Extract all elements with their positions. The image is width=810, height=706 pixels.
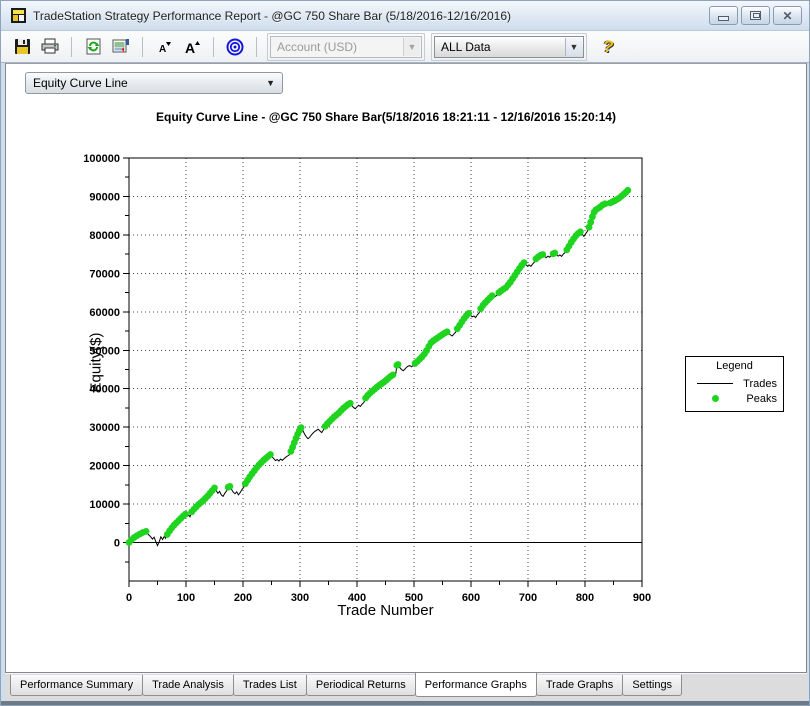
toolbar-separator — [71, 37, 72, 57]
help-icon[interactable]: ? — [603, 37, 613, 57]
refresh-button[interactable] — [82, 36, 104, 58]
tab-settings[interactable]: Settings — [622, 675, 682, 696]
svg-text:30000: 30000 — [89, 422, 120, 434]
svg-text:100000: 100000 — [83, 153, 120, 165]
tab-label: Trade Graphs — [546, 679, 613, 691]
legend-items: Trades Peaks — [686, 376, 783, 406]
restore-icon — [750, 11, 761, 20]
bullseye-button[interactable] — [224, 36, 246, 58]
minimize-button[interactable] — [709, 6, 738, 25]
dot-sample-icon — [694, 395, 736, 402]
tab-label: Trades List — [243, 679, 297, 691]
legend-item-label: Trades — [736, 378, 777, 390]
save-button[interactable] — [11, 36, 33, 58]
legend-item-trades: Trades — [686, 376, 783, 391]
tab-trades-list[interactable]: Trades List — [233, 675, 307, 696]
app-icon — [10, 7, 27, 24]
toolbar-separator — [142, 37, 143, 57]
print-button[interactable] — [39, 36, 61, 58]
legend-item-label: Peaks — [736, 393, 777, 405]
font-increase-icon: A — [182, 38, 202, 56]
font-decrease-icon: A — [155, 38, 173, 55]
chevron-down-icon: ▼ — [403, 38, 420, 56]
data-range-combo-value: ALL Data — [441, 40, 491, 54]
svg-text:0: 0 — [114, 538, 120, 550]
tab-performance-summary[interactable]: Performance Summary — [10, 675, 143, 696]
close-button[interactable]: ✕ — [773, 6, 802, 25]
svg-text:10000: 10000 — [89, 499, 120, 511]
tab-trade-analysis[interactable]: Trade Analysis — [142, 675, 234, 696]
report-content: Equity Curve Line ▼ Equity Curve Line - … — [5, 63, 807, 673]
equity-chart: 0100200300400500600700800900010000200003… — [6, 64, 706, 634]
toolbar-separator — [213, 37, 214, 57]
tab-strip: Performance Summary Trade Analysis Trades … — [5, 673, 807, 700]
x-axis-label: Trade Number — [129, 602, 642, 619]
svg-text:A: A — [159, 44, 166, 55]
toolbar-separator — [256, 37, 257, 57]
export-image-button[interactable] — [110, 36, 132, 58]
y-axis-label: Equity($) — [88, 303, 105, 423]
export-image-icon — [112, 38, 130, 55]
legend-title: Legend — [686, 360, 783, 372]
tab-performance-graphs[interactable]: Performance Graphs — [415, 673, 537, 697]
tab-label: Performance Graphs — [425, 679, 527, 691]
chevron-down-icon: ▼ — [565, 38, 582, 56]
tab-label: Trade Analysis — [152, 679, 224, 691]
legend: Legend Trades Peaks — [685, 356, 784, 412]
close-icon: ✕ — [782, 10, 792, 22]
svg-text:A: A — [185, 40, 195, 56]
minimize-icon — [718, 16, 729, 21]
tab-label: Periodical Returns — [316, 679, 406, 691]
tab-label: Performance Summary — [20, 679, 133, 691]
toolbar: A A Account (USD) ▼ — [1, 31, 810, 63]
save-icon — [14, 38, 31, 55]
svg-text:70000: 70000 — [89, 268, 120, 280]
print-icon — [41, 38, 59, 55]
title-bar[interactable]: TradeStation Strategy Performance Report… — [1, 1, 810, 31]
tab-label: Settings — [632, 679, 672, 691]
bullseye-icon — [226, 38, 244, 56]
tab-periodical-returns[interactable]: Periodical Returns — [306, 675, 416, 696]
line-sample-icon — [694, 383, 736, 384]
tradestation-report-window: TradeStation Strategy Performance Report… — [0, 0, 810, 706]
font-decrease-button[interactable]: A — [153, 36, 175, 58]
data-range-combo[interactable]: ALL Data ▼ — [434, 36, 584, 58]
legend-item-peaks: Peaks — [686, 391, 783, 406]
svg-text:90000: 90000 — [89, 191, 120, 203]
restore-button[interactable] — [741, 6, 770, 25]
account-combo[interactable]: Account (USD) ▼ — [270, 36, 422, 58]
window-bottom-edge — [1, 701, 810, 705]
refresh-icon — [85, 38, 102, 55]
font-increase-button[interactable]: A — [181, 36, 203, 58]
tab-trade-graphs[interactable]: Trade Graphs — [536, 675, 623, 696]
account-combo-value: Account (USD) — [277, 40, 357, 54]
svg-text:80000: 80000 — [89, 230, 120, 242]
svg-text:20000: 20000 — [89, 461, 120, 473]
window-title: TradeStation Strategy Performance Report… — [33, 9, 511, 23]
